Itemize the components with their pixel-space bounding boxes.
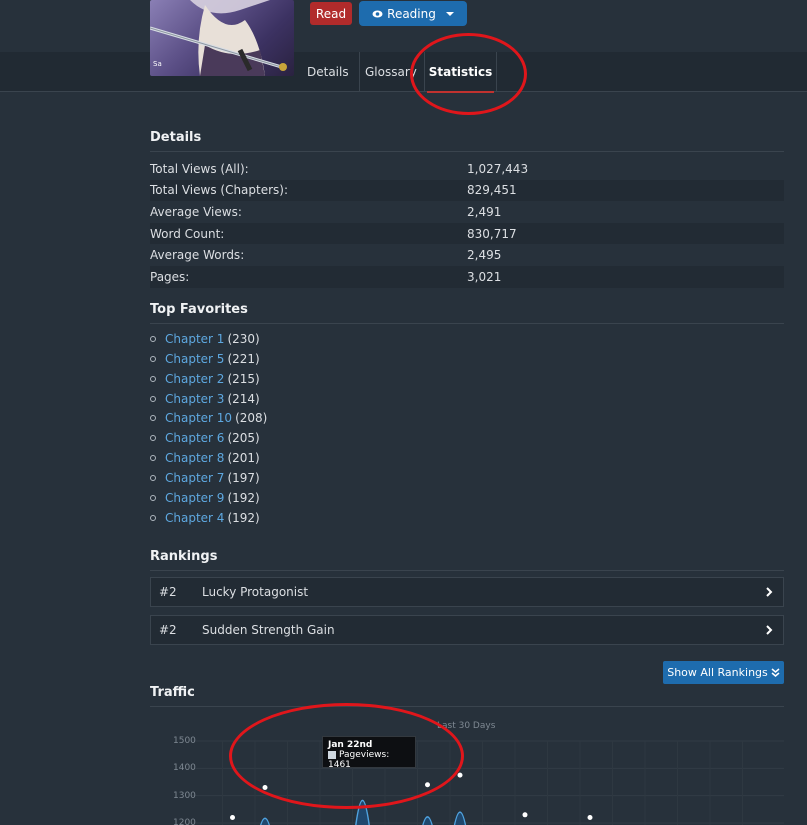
stat-value: 829,451: [467, 183, 517, 198]
bullet-icon: [150, 376, 156, 382]
chapter-link[interactable]: Chapter 3: [165, 392, 224, 406]
annotation-circle-statistics: [410, 33, 527, 115]
list-item: Chapter 10 (208): [150, 411, 267, 425]
chevron-right-icon: [766, 587, 773, 597]
pageviews-area: [259, 799, 467, 825]
stat-row: Average Views: 2,491: [150, 201, 784, 223]
ranking-label: Lucky Protagonist: [202, 585, 309, 599]
cover-image: Sa: [150, 0, 294, 76]
bullet-icon: [150, 356, 156, 362]
list-item: Chapter 8 (201): [150, 451, 260, 465]
stat-value: 1,027,443: [467, 161, 529, 176]
stat-label: Pages:: [150, 269, 190, 284]
chapter-link[interactable]: Chapter 5: [165, 352, 224, 366]
y-tick-label: 1200: [173, 818, 196, 825]
favorite-count: (221): [227, 352, 260, 366]
data-point: [457, 772, 463, 778]
annotation-circle-tooltip: [229, 703, 464, 809]
stat-value: 2,491: [467, 204, 502, 219]
show-all-rankings-label: Show All Rankings: [667, 666, 768, 679]
list-item: Chapter 9 (192): [150, 491, 260, 505]
chapter-link[interactable]: Chapter 1: [165, 332, 224, 346]
bullet-icon: [150, 495, 156, 501]
chapter-link[interactable]: Chapter 10: [165, 411, 232, 425]
chapter-link[interactable]: Chapter 2: [165, 372, 224, 386]
bullet-icon: [150, 396, 156, 402]
favorite-count: (192): [227, 491, 260, 505]
stat-row: Total Views (All): 1,027,443: [150, 158, 784, 180]
stat-value: 3,021: [467, 269, 502, 284]
favorite-count: (214): [227, 392, 260, 406]
favorite-count: (197): [227, 471, 260, 485]
show-all-rankings-button[interactable]: Show All Rankings: [663, 661, 784, 684]
bullet-icon: [150, 455, 156, 461]
chevron-right-icon: [766, 625, 773, 635]
reading-dropdown-button[interactable]: Reading: [359, 1, 467, 26]
bullet-icon: [150, 336, 156, 342]
favorite-count: (192): [227, 511, 260, 525]
stat-row: Word Count: 830,717: [150, 222, 784, 245]
list-item: Chapter 6 (205): [150, 431, 260, 445]
stat-value: 830,717: [467, 226, 517, 241]
chapter-link[interactable]: Chapter 7: [165, 471, 224, 485]
stat-label: Total Views (All):: [150, 161, 249, 176]
stat-label: Word Count:: [150, 226, 225, 241]
ranking-row[interactable]: #2 Sudden Strength Gain: [150, 615, 784, 645]
y-tick-label: 1400: [173, 763, 196, 773]
details-heading: Details: [150, 130, 784, 152]
bullet-icon: [150, 415, 156, 421]
stat-row: Pages: 3,021: [150, 266, 784, 288]
list-item: Chapter 1 (230): [150, 332, 260, 346]
chapter-link[interactable]: Chapter 9: [165, 491, 224, 505]
favorite-count: (205): [227, 431, 260, 445]
read-button-label: Read: [315, 6, 347, 21]
stat-row: Average Words: 2,495: [150, 244, 784, 266]
ranking-row[interactable]: #2 Lucky Protagonist: [150, 577, 784, 607]
ranking-number: #2: [159, 623, 177, 637]
double-chevron-down-icon: [771, 668, 780, 677]
favorite-count: (208): [235, 411, 268, 425]
favorite-count: (230): [227, 332, 260, 346]
caret-down-icon: [445, 11, 454, 16]
tab-details-label: Details: [307, 65, 349, 79]
list-item: Chapter 7 (197): [150, 471, 260, 485]
y-tick-label: 1500: [173, 736, 196, 746]
favorite-count: (215): [227, 372, 260, 386]
bullet-icon: [150, 435, 156, 441]
favorite-count: (201): [227, 451, 260, 465]
stat-label: Average Words:: [150, 248, 245, 263]
chapter-link[interactable]: Chapter 4: [165, 511, 224, 525]
stat-row: Total Views (Chapters): 829,451: [150, 179, 784, 202]
chapter-link[interactable]: Chapter 6: [165, 431, 224, 445]
y-tick-label: 1300: [173, 791, 196, 801]
data-point: [522, 812, 528, 818]
reading-button-label: Reading: [387, 6, 436, 21]
bullet-icon: [150, 515, 156, 521]
tab-details[interactable]: Details: [297, 52, 360, 92]
stat-label: Total Views (Chapters):: [150, 183, 289, 198]
list-item: Chapter 2 (215): [150, 372, 260, 386]
eye-icon: [372, 10, 383, 17]
list-item: Chapter 3 (214): [150, 392, 260, 406]
rankings-heading: Rankings: [150, 549, 784, 571]
stat-label: Average Views:: [150, 204, 242, 219]
stat-value: 2,495: [467, 248, 502, 263]
ranking-label: Sudden Strength Gain: [202, 623, 335, 637]
list-item: Chapter 4 (192): [150, 511, 260, 525]
data-point: [230, 815, 235, 821]
data-point: [587, 815, 593, 821]
list-item: Chapter 5 (221): [150, 352, 260, 366]
svg-text:Sa: Sa: [153, 60, 162, 68]
chapter-link[interactable]: Chapter 8: [165, 451, 224, 465]
top-favorites-heading: Top Favorites: [150, 302, 784, 324]
ranking-number: #2: [159, 585, 177, 599]
read-button[interactable]: Read: [310, 2, 352, 25]
bullet-icon: [150, 475, 156, 481]
traffic-heading: Traffic: [150, 685, 784, 707]
